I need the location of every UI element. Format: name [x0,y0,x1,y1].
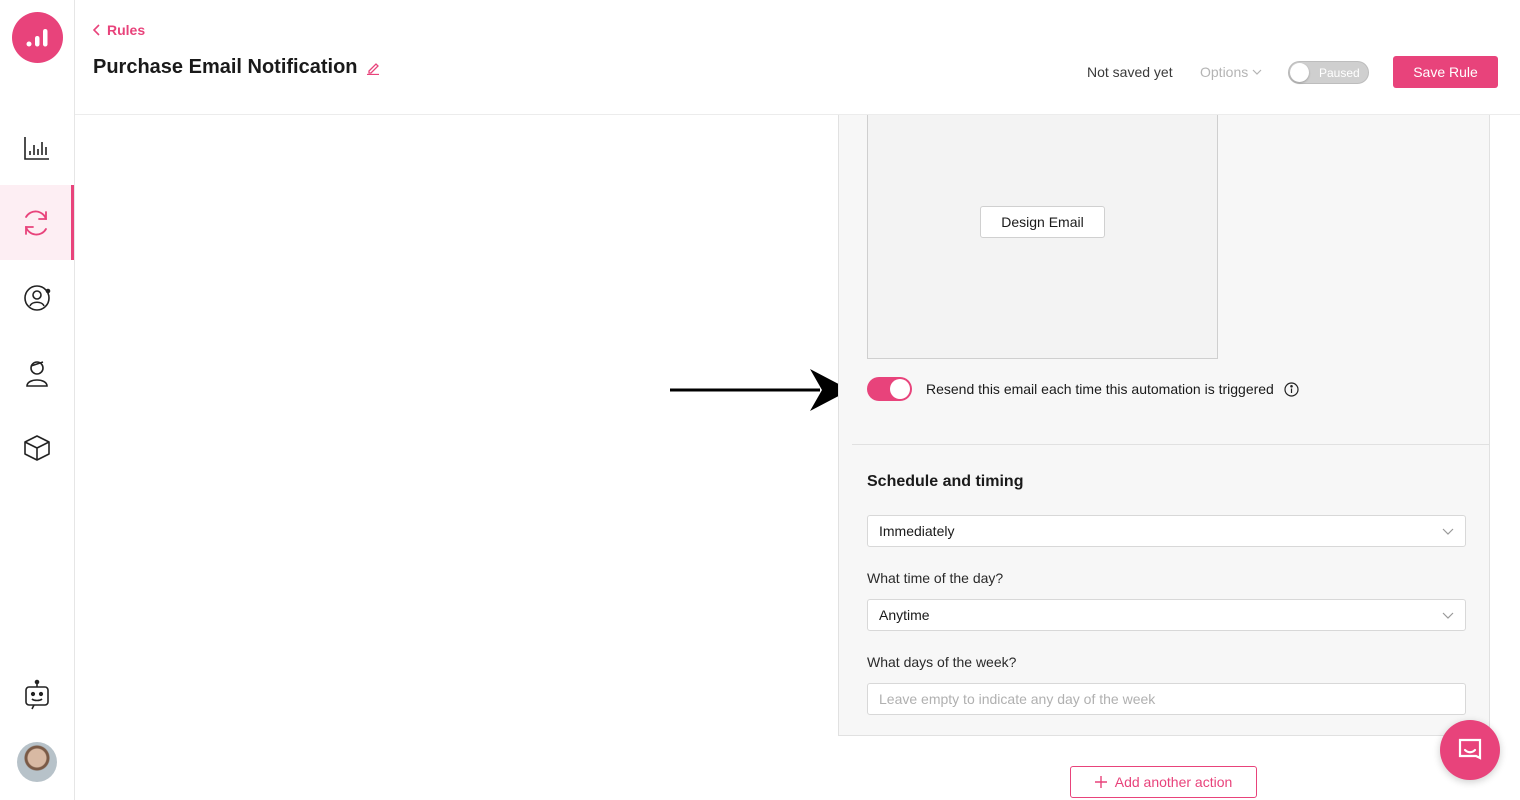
sidebar-item-products[interactable] [0,410,74,485]
cube-icon [24,434,50,461]
back-link[interactable]: Rules [93,22,145,38]
days-of-week-input[interactable]: Leave empty to indicate any day of the w… [867,683,1466,715]
sidebar-item-analytics[interactable] [0,110,74,185]
user-circle-icon [24,284,51,311]
back-link-label: Rules [107,22,146,38]
plus-icon [1094,776,1107,788]
paused-toggle[interactable]: Paused [1288,61,1369,84]
toggle-knob [1290,63,1309,82]
time-of-day-value: Anytime [879,607,930,623]
divider [852,444,1490,445]
sidebar [0,0,75,800]
chevron-left-icon [93,24,100,36]
options-dropdown[interactable]: Options [1200,64,1262,80]
chat-icon [1458,738,1482,760]
chevron-down-icon [1442,612,1454,619]
options-label: Options [1200,64,1249,80]
arrow-annotation-icon [670,369,850,411]
customer-icon [26,360,48,387]
email-action-panel: Design Email Resend this email each time… [838,115,1490,736]
schedule-select-value: Immediately [879,523,955,539]
toggle-knob [890,379,910,399]
paused-toggle-label: Paused [1319,66,1360,80]
page-header: Rules Purchase Email Notification Not sa… [75,0,1520,115]
info-icon-wrapper[interactable] [1284,381,1299,397]
chevron-down-icon [1252,69,1262,75]
time-of-day-label: What time of the day? [867,570,1004,586]
avatar[interactable] [17,742,57,782]
save-status: Not saved yet [1087,64,1173,80]
sidebar-item-customers[interactable] [0,335,74,410]
days-of-week-label: What days of the week? [867,654,1017,670]
add-another-action-button[interactable]: Add another action [1070,766,1257,798]
pencil-edit-icon[interactable] [366,61,380,75]
sidebar-item-contacts[interactable] [0,260,74,335]
sidebar-item-bot[interactable] [0,657,74,732]
email-preview: Design Email [867,115,1218,359]
design-email-button[interactable]: Design Email [980,206,1105,238]
time-of-day-select[interactable]: Anytime [867,599,1466,631]
resend-label: Resend this email each time this automat… [926,381,1274,397]
page-title: Purchase Email Notification [93,56,380,79]
resend-toggle[interactable] [867,377,912,401]
chevron-down-icon [1442,528,1454,535]
save-rule-button[interactable]: Save Rule [1393,56,1498,88]
sidebar-item-automations[interactable] [0,185,74,260]
chat-launcher[interactable] [1440,720,1500,780]
page-title-text: Purchase Email Notification [93,56,358,78]
app-logo[interactable] [12,12,63,63]
analytics-icon [24,136,49,160]
bar-chart-logo-icon [26,28,47,46]
schedule-select[interactable]: Immediately [867,515,1466,547]
resend-setting: Resend this email each time this automat… [867,377,1299,401]
days-of-week-placeholder: Leave empty to indicate any day of the w… [879,691,1156,707]
schedule-section-title: Schedule and timing [867,473,1024,490]
info-icon [1284,381,1299,397]
add-another-action-label: Add another action [1114,774,1233,790]
bot-icon [25,679,49,709]
automation-sync-icon [24,210,47,235]
